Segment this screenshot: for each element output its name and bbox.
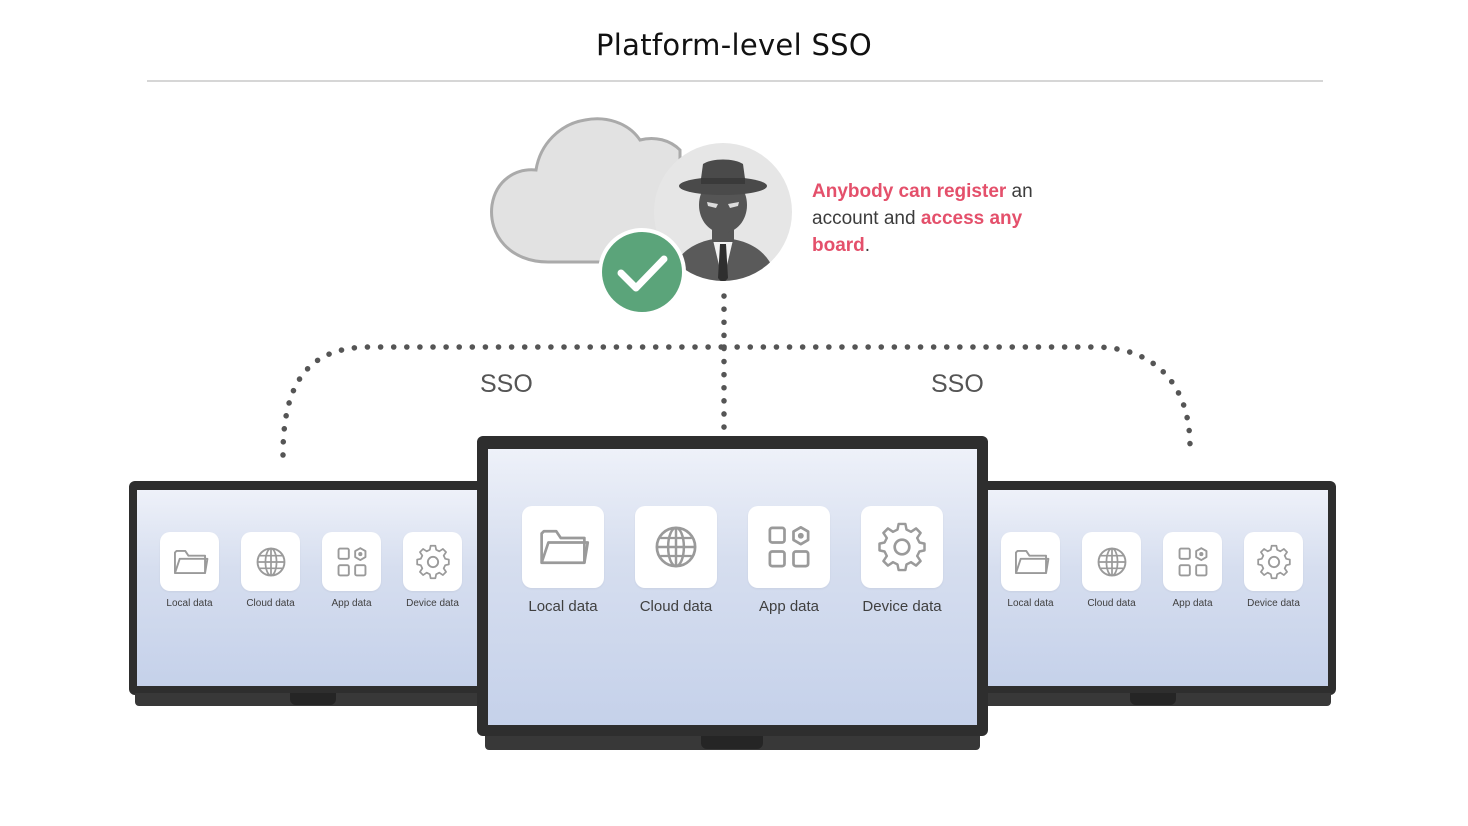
tile-button[interactable] xyxy=(635,506,717,588)
tile-row: Local data Cloud data App data Device data xyxy=(522,506,943,615)
tile-label: Device data xyxy=(862,598,942,615)
tile-button[interactable] xyxy=(403,532,462,591)
folder-icon xyxy=(536,520,590,574)
tile-local-data[interactable]: Local data xyxy=(1001,532,1060,609)
globe-icon xyxy=(1093,543,1131,581)
caption-highlight-register: Anybody can register xyxy=(812,181,1007,202)
tile-label: Device data xyxy=(1247,598,1300,609)
tile-device-data[interactable]: Device data xyxy=(403,532,462,609)
tile-app-data[interactable]: App data xyxy=(1163,532,1222,609)
tile-button[interactable] xyxy=(1082,532,1141,591)
tile-button[interactable] xyxy=(861,506,943,588)
tile-label: App data xyxy=(1172,598,1213,609)
check-badge-icon xyxy=(598,228,686,316)
tile-row: Local data Cloud data App data Device data xyxy=(160,532,462,609)
monitor-notch xyxy=(1130,693,1176,705)
tile-button[interactable] xyxy=(522,506,604,588)
globe-icon xyxy=(649,520,703,574)
apps-grid-icon xyxy=(1174,543,1212,581)
apps-grid-icon xyxy=(333,543,371,581)
tile-app-data[interactable]: App data xyxy=(322,532,381,609)
sso-label-left: SSO xyxy=(480,370,533,398)
tile-local-data[interactable]: Local data xyxy=(522,506,604,615)
monitor-center: Local data Cloud data App data Device data xyxy=(477,436,988,752)
monitor-notch xyxy=(701,736,763,749)
tile-button[interactable] xyxy=(160,532,219,591)
globe-icon xyxy=(252,543,290,581)
tile-button[interactable] xyxy=(1001,532,1060,591)
tile-label: Local data xyxy=(1007,598,1054,609)
tile-label: App data xyxy=(331,598,372,609)
tile-device-data[interactable]: Device data xyxy=(1244,532,1303,609)
tile-app-data[interactable]: App data xyxy=(748,506,830,615)
tile-button[interactable] xyxy=(241,532,300,591)
tile-local-data[interactable]: Local data xyxy=(160,532,219,609)
gear-icon xyxy=(875,520,929,574)
tile-button[interactable] xyxy=(1244,532,1303,591)
tile-device-data[interactable]: Device data xyxy=(861,506,943,615)
tile-label: Cloud data xyxy=(639,598,713,615)
tile-row: Local data Cloud data App data Device data xyxy=(1001,532,1303,609)
apps-grid-icon xyxy=(762,520,816,574)
tile-cloud-data[interactable]: Cloud data xyxy=(1082,532,1141,609)
monitor-notch xyxy=(290,693,336,705)
tile-label: App data xyxy=(758,598,820,615)
tile-button[interactable] xyxy=(1163,532,1222,591)
tile-label: Cloud data xyxy=(1087,598,1136,609)
tile-label: Local data xyxy=(528,598,598,615)
folder-icon xyxy=(171,543,209,581)
caption-period: . xyxy=(864,235,871,256)
folder-icon xyxy=(1012,543,1050,581)
sso-label-right: SSO xyxy=(931,370,984,398)
tile-label: Local data xyxy=(166,598,213,609)
warning-caption: Anybody can register an account and acce… xyxy=(812,178,1062,259)
tile-button[interactable] xyxy=(748,506,830,588)
tile-cloud-data[interactable]: Cloud data xyxy=(635,506,717,615)
monitor-right: Local data Cloud data App data Device data xyxy=(979,481,1336,709)
sso-connectors xyxy=(280,293,1193,458)
tile-label: Device data xyxy=(406,598,459,609)
tile-label: Cloud data xyxy=(246,598,295,609)
tile-cloud-data[interactable]: Cloud data xyxy=(241,532,300,609)
gear-icon xyxy=(414,543,452,581)
monitor-left: Local data Cloud data App data Device data xyxy=(129,481,489,709)
gear-icon xyxy=(1255,543,1293,581)
tile-button[interactable] xyxy=(322,532,381,591)
